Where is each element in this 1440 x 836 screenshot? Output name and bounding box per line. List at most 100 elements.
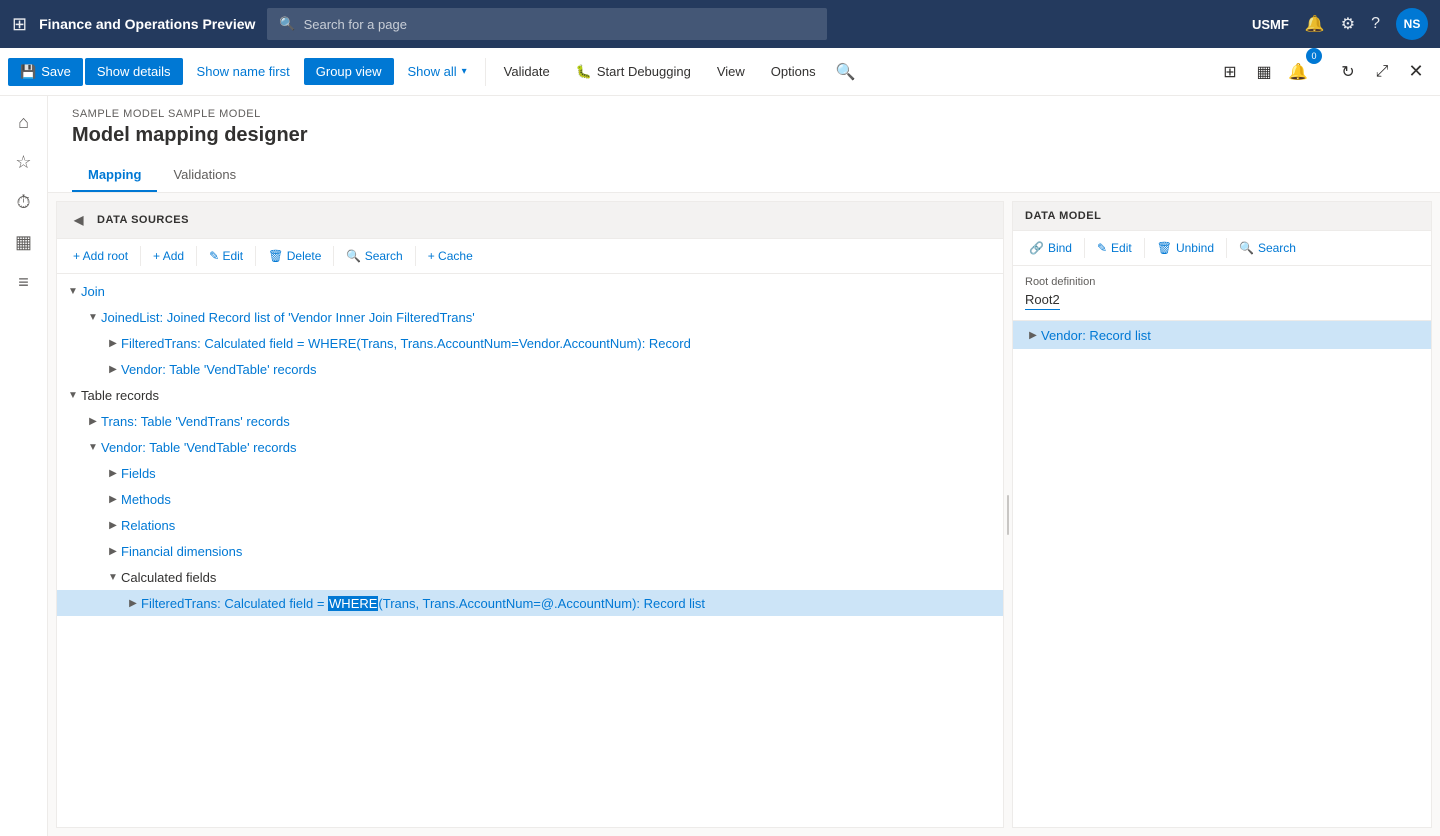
edit-button[interactable]: ✎ Edit: [201, 245, 251, 267]
dm-tree-item[interactable]: ▶Vendor: Record list: [1013, 321, 1431, 349]
help-icon[interactable]: ?: [1371, 15, 1380, 33]
toolbar-sep3: [255, 246, 256, 266]
tree-item[interactable]: ▼Calculated fields: [57, 564, 1003, 590]
app-title: Finance and Operations Preview: [39, 16, 255, 32]
tree-item-label: Join: [81, 284, 105, 299]
show-all-button[interactable]: Show all ▾: [396, 58, 479, 85]
tree-toggle-icon[interactable]: ▼: [65, 283, 81, 299]
data-sources-panel: ◀ DATA SOURCES + Add root + Add ✎ Edit 🗑…: [56, 201, 1004, 828]
tree-item[interactable]: ▶Relations: [57, 512, 1003, 538]
page-tabs: Mapping Validations: [72, 159, 1416, 192]
root-definition-label: Root definition: [1025, 276, 1419, 288]
tree-toggle-icon[interactable]: ▶: [85, 413, 101, 429]
detach-button[interactable]: ⤢: [1366, 56, 1398, 88]
toolbar-sep: [140, 246, 141, 266]
tree-toggle-icon[interactable]: ▼: [85, 439, 101, 455]
notifications-icon[interactable]: 🔔: [1305, 14, 1325, 34]
toolbar-right: ⊞ ▦ 🔔 0 ↻ ⤢ ✕: [1214, 56, 1432, 88]
tree-toggle-icon[interactable]: ▶: [105, 491, 121, 507]
app-grid-icon[interactable]: ⊞: [12, 14, 27, 35]
unbind-icon: 🗑: [1157, 241, 1172, 255]
toolbar-sep5: [415, 246, 416, 266]
breadcrumb: SAMPLE MODEL SAMPLE MODEL: [72, 108, 1416, 120]
view-button[interactable]: View: [705, 58, 757, 85]
tree-toggle-icon[interactable]: ▶: [105, 517, 121, 533]
tree-toggle-icon[interactable]: ▶: [105, 361, 121, 377]
tree-item[interactable]: ▶Trans: Table 'VendTrans' records: [57, 408, 1003, 434]
panel-resizer[interactable]: [1004, 193, 1012, 836]
options-button[interactable]: Options: [759, 58, 828, 85]
sidebar-item-favorites[interactable]: ☆: [6, 144, 42, 180]
sidebar: ⌂ ☆ ⏱ ▦ ≡: [0, 96, 48, 836]
tree-item[interactable]: ▶Financial dimensions: [57, 538, 1003, 564]
tree-toggle-icon[interactable]: ▶: [125, 595, 141, 611]
dm-tree-toggle-icon[interactable]: ▶: [1025, 327, 1041, 343]
tree-item[interactable]: ▶Vendor: Table 'VendTable' records: [57, 356, 1003, 382]
tree-item[interactable]: ▼Join: [57, 278, 1003, 304]
collapse-icon[interactable]: ◀: [69, 210, 89, 230]
bind-icon: 🔗: [1029, 241, 1044, 255]
top-nav: ⊞ Finance and Operations Preview 🔍 USMF …: [0, 0, 1440, 48]
tree-item[interactable]: ▶Fields: [57, 460, 1003, 486]
home-icon: ⌂: [18, 112, 29, 133]
settings-icon[interactable]: ⚙: [1341, 14, 1355, 34]
root-definition-value: Root2: [1025, 292, 1060, 310]
search-input[interactable]: [304, 17, 816, 32]
tree-toggle-icon[interactable]: ▶: [105, 335, 121, 351]
main-toolbar: 💾 Save Show details Show name first Grou…: [0, 48, 1440, 96]
dm-tree-item-label: Vendor: Record list: [1041, 328, 1151, 343]
tree-toggle-icon[interactable]: ▶: [105, 465, 121, 481]
data-model-toolbar: 🔗 Bind ✎ Edit 🗑 Unbind 🔍: [1013, 231, 1431, 266]
sidebar-item-modules[interactable]: ≡: [6, 264, 42, 300]
add-button[interactable]: + Add: [145, 245, 192, 267]
delete-button[interactable]: 🗑 Delete: [260, 245, 329, 267]
save-button[interactable]: 💾 Save: [8, 58, 83, 86]
search-button[interactable]: 🔍 Search: [338, 245, 410, 267]
tree-toggle-icon[interactable]: ▼: [105, 569, 121, 585]
refresh-button[interactable]: ↻: [1332, 56, 1364, 88]
avatar[interactable]: NS: [1396, 8, 1428, 40]
global-search-bar[interactable]: 🔍: [267, 8, 827, 40]
dm-sep1: [1084, 238, 1085, 258]
unbind-button[interactable]: 🗑 Unbind: [1149, 237, 1222, 259]
data-model-header: DATA MODEL: [1013, 202, 1431, 231]
dm-search-button[interactable]: 🔍 Search: [1231, 237, 1304, 259]
group-view-button[interactable]: Group view: [304, 58, 394, 85]
sidebar-item-recent[interactable]: ⏱: [6, 184, 42, 220]
sidebar-item-workspaces[interactable]: ▦: [6, 224, 42, 260]
company-selector[interactable]: USMF: [1252, 17, 1289, 32]
tree-item[interactable]: ▶Methods: [57, 486, 1003, 512]
panel-toggle-icon[interactable]: ▦: [1248, 56, 1280, 88]
bind-button[interactable]: 🔗 Bind: [1021, 237, 1080, 259]
data-sources-tree: ▼Join▼JoinedList: Joined Record list of …: [57, 274, 1003, 827]
tree-item[interactable]: ▼JoinedList: Joined Record list of 'Vend…: [57, 304, 1003, 330]
add-root-button[interactable]: + Add root: [65, 245, 136, 267]
show-name-first-button[interactable]: Show name first: [185, 58, 302, 85]
content-area: SAMPLE MODEL SAMPLE MODEL Model mapping …: [48, 96, 1440, 836]
toolbar-sep4: [333, 246, 334, 266]
tree-toggle-icon[interactable]: ▼: [85, 309, 101, 325]
sidebar-item-home[interactable]: ⌂: [6, 104, 42, 140]
tab-mapping[interactable]: Mapping: [72, 159, 157, 192]
dm-edit-button[interactable]: ✎ Edit: [1089, 237, 1140, 259]
validate-button[interactable]: Validate: [492, 58, 562, 85]
cache-button[interactable]: + Cache: [420, 245, 481, 267]
debug-icon: 🐛: [576, 64, 592, 80]
split-panel: ◀ DATA SOURCES + Add root + Add ✎ Edit 🗑…: [48, 193, 1440, 836]
tree-toggle-icon[interactable]: ▶: [105, 543, 121, 559]
show-all-dropdown-icon: ▾: [462, 66, 467, 77]
data-sources-toolbar: + Add root + Add ✎ Edit 🗑 Delete 🔍 Searc…: [57, 239, 1003, 274]
close-button[interactable]: ✕: [1400, 56, 1432, 88]
tree-item[interactable]: ▼Vendor: Table 'VendTable' records: [57, 434, 1003, 460]
main-layout: ⌂ ☆ ⏱ ▦ ≡ SAMPLE MODEL SAMPLE MODEL Mode…: [0, 96, 1440, 836]
show-details-button[interactable]: Show details: [85, 58, 183, 85]
tree-item[interactable]: ▶FilteredTrans: Calculated field = WHERE…: [57, 590, 1003, 616]
tree-toggle-icon[interactable]: ▼: [65, 387, 81, 403]
tab-validations[interactable]: Validations: [157, 159, 252, 192]
search-toolbar-button[interactable]: 🔍: [830, 56, 862, 88]
start-debugging-button[interactable]: 🐛 Start Debugging: [564, 58, 703, 86]
tree-item[interactable]: ▶FilteredTrans: Calculated field = WHERE…: [57, 330, 1003, 356]
edit-icon: ✎: [1097, 241, 1107, 255]
tree-item[interactable]: ▼Table records: [57, 382, 1003, 408]
personalize-icon[interactable]: ⊞: [1214, 56, 1246, 88]
